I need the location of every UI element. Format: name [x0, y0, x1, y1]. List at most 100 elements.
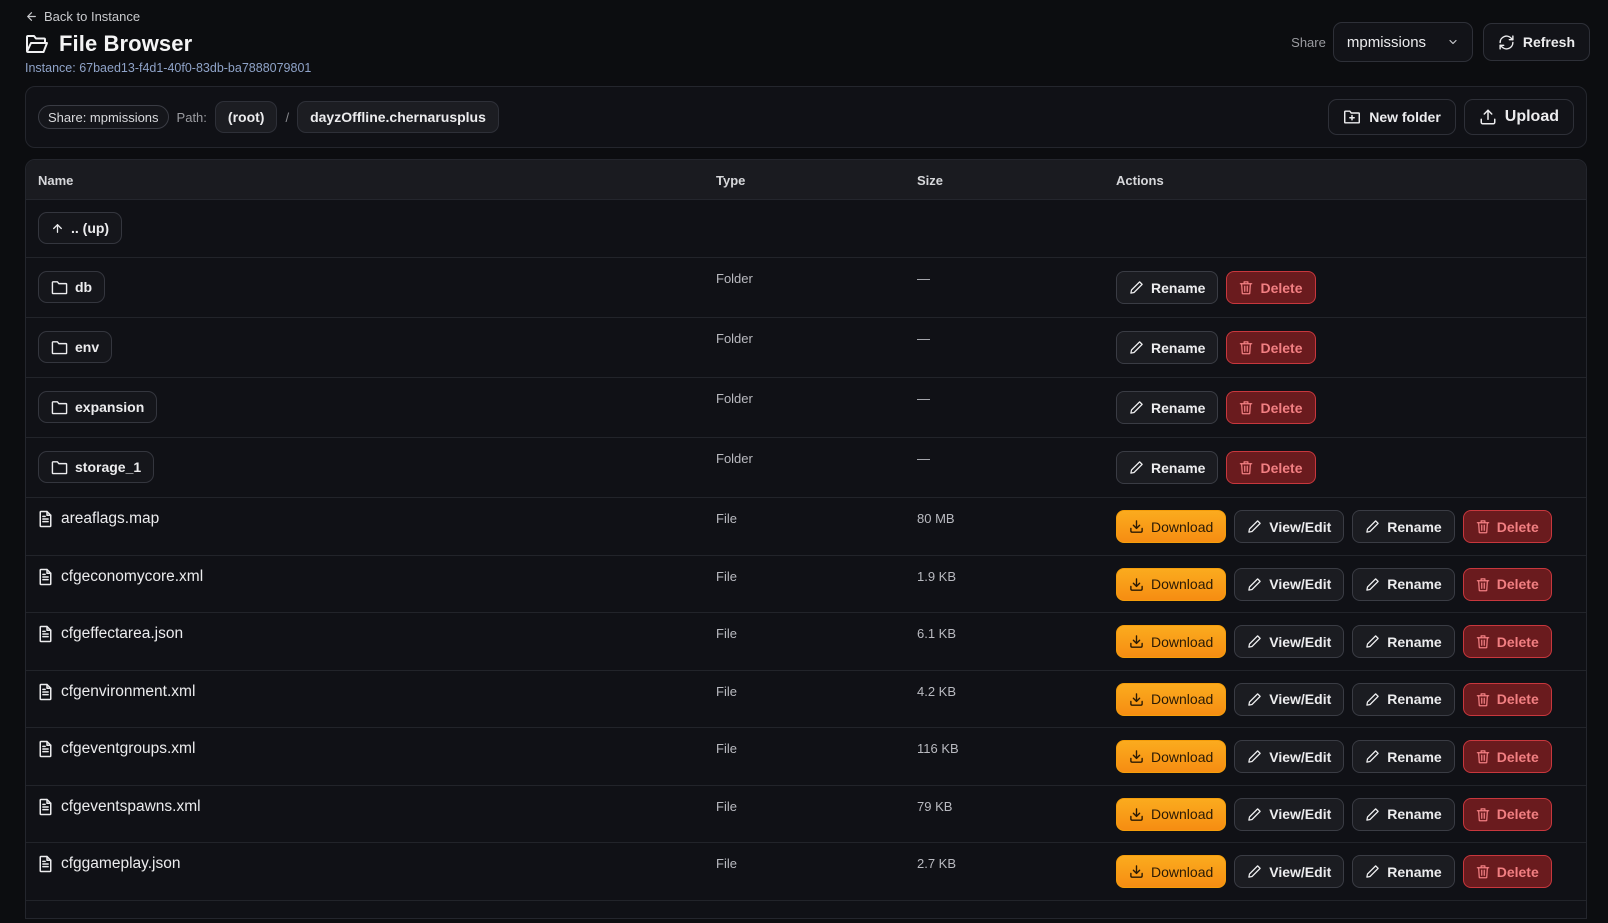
file-name: cfgenvironment.xml: [61, 682, 196, 700]
view-edit-label: View/Edit: [1269, 806, 1332, 822]
delete-button[interactable]: Delete: [1462, 682, 1552, 716]
crumb-separator: /: [285, 109, 290, 125]
crumb-current[interactable]: dayzOffline.chernarusplus: [297, 101, 499, 133]
back-to-instance-link[interactable]: Back to Instance: [25, 9, 140, 24]
view-edit-button[interactable]: View/Edit: [1234, 740, 1345, 773]
pencil-icon: [1365, 692, 1380, 707]
file-name: cfgeconomycore.xml: [61, 567, 204, 585]
table-row: storage_1 Folder — Rename Delete: [26, 438, 1586, 498]
file-icon: [38, 740, 53, 758]
rename-button[interactable]: Rename: [1116, 331, 1219, 364]
rename-button[interactable]: Rename: [1352, 625, 1455, 658]
file-table: Name Type Size Actions .. (up) db Folder — R…: [25, 159, 1587, 919]
download-button[interactable]: Download: [1116, 625, 1227, 658]
rename-label: Rename: [1151, 459, 1206, 476]
column-header-type: Type: [716, 173, 746, 188]
pencil-icon: [1365, 519, 1380, 534]
delete-button[interactable]: Delete: [1226, 331, 1316, 364]
refresh-icon: [1498, 34, 1515, 51]
file-name-link[interactable]: cfgeconomycore.xml: [38, 568, 203, 586]
rename-button[interactable]: Rename: [1352, 855, 1455, 888]
delete-button[interactable]: Delete: [1462, 797, 1552, 831]
view-edit-button[interactable]: View/Edit: [1234, 567, 1345, 601]
delete-button[interactable]: Delete: [1226, 391, 1316, 424]
upload-button[interactable]: Upload: [1463, 99, 1574, 135]
type-cell: Folder: [716, 331, 753, 346]
size-cell: 80 MB: [917, 511, 955, 526]
delete-button[interactable]: Delete: [1462, 510, 1552, 543]
file-name-link[interactable]: cfggameplay.json: [38, 855, 180, 873]
delete-button[interactable]: Delete: [1462, 855, 1552, 888]
page-title: File Browser: [59, 31, 193, 56]
file-name-link[interactable]: cfgeventgroups.xml: [38, 740, 195, 758]
share-select-value: mpmissions: [1346, 33, 1427, 51]
delete-label: Delete: [1496, 748, 1539, 765]
trash-icon: [1476, 519, 1490, 534]
share-chip: Share: mpmissions: [38, 105, 169, 129]
rename-button[interactable]: Rename: [1352, 682, 1455, 716]
download-button[interactable]: Download: [1116, 797, 1227, 831]
delete-label: Delete: [1496, 806, 1539, 822]
delete-button[interactable]: Delete: [1462, 625, 1552, 658]
delete-label: Delete: [1260, 459, 1303, 476]
download-button[interactable]: Download: [1116, 682, 1227, 716]
download-button[interactable]: Download: [1116, 740, 1227, 773]
new-folder-button[interactable]: New folder: [1328, 99, 1456, 135]
delete-button[interactable]: Delete: [1226, 451, 1316, 484]
file-icon: [38, 855, 53, 873]
view-edit-label: View/Edit: [1269, 748, 1332, 765]
parent-directory-button[interactable]: .. (up): [38, 212, 123, 244]
folder-name-button[interactable]: expansion: [38, 391, 158, 423]
delete-label: Delete: [1260, 279, 1303, 296]
rename-button[interactable]: Rename: [1352, 567, 1455, 601]
folder-name-button[interactable]: env: [38, 331, 113, 363]
rename-button[interactable]: Rename: [1352, 510, 1455, 543]
folder-name-button[interactable]: storage_1: [38, 451, 155, 483]
download-label: Download: [1151, 863, 1214, 880]
delete-button[interactable]: Delete: [1226, 271, 1316, 304]
share-select[interactable]: mpmissions: [1332, 22, 1473, 62]
refresh-button[interactable]: Refresh: [1482, 23, 1590, 61]
folder-open-icon: [25, 33, 49, 55]
table-header: Name Type Size Actions: [26, 160, 1586, 200]
rename-label: Rename: [1387, 806, 1442, 822]
view-edit-label: View/Edit: [1269, 863, 1332, 880]
download-button[interactable]: Download: [1116, 855, 1227, 888]
crumb-root[interactable]: (root): [214, 101, 278, 133]
trash-icon: [1239, 340, 1253, 355]
rename-button[interactable]: Rename: [1352, 740, 1455, 773]
rename-button[interactable]: Rename: [1116, 391, 1219, 424]
header-controls: Share mpmissions Refresh: [1291, 22, 1590, 62]
file-name: cfggameplay.json: [61, 855, 181, 872]
row-actions: Rename Delete: [1116, 331, 1316, 364]
download-button[interactable]: Download: [1116, 510, 1227, 543]
type-cell: File: [716, 511, 737, 526]
size-cell: 1.9 KB: [917, 568, 957, 584]
back-label: Back to Instance: [44, 9, 141, 24]
view-edit-button[interactable]: View/Edit: [1234, 682, 1345, 716]
rename-button[interactable]: Rename: [1116, 271, 1219, 304]
file-name-link[interactable]: cfgenvironment.xml: [38, 683, 195, 701]
delete-button[interactable]: Delete: [1462, 567, 1552, 601]
view-edit-button[interactable]: View/Edit: [1234, 855, 1345, 888]
row-actions: Download View/Edit Rename Delete: [1116, 625, 1552, 658]
rename-button[interactable]: Rename: [1116, 451, 1219, 484]
delete-button[interactable]: Delete: [1462, 740, 1552, 773]
type-cell: File: [716, 798, 737, 814]
file-name-link[interactable]: areaflags.map: [38, 510, 159, 528]
download-button[interactable]: Download: [1116, 567, 1227, 601]
file-icon: [38, 510, 53, 528]
rename-button[interactable]: Rename: [1352, 797, 1455, 831]
view-edit-button[interactable]: View/Edit: [1234, 625, 1345, 658]
rename-label: Rename: [1151, 339, 1206, 356]
file-name-link[interactable]: cfgeffectarea.json: [38, 625, 183, 643]
file-icon: [38, 568, 53, 586]
file-name-link[interactable]: cfgeventspawns.xml: [38, 798, 201, 816]
view-edit-button[interactable]: View/Edit: [1234, 510, 1345, 543]
file-name: cfgeventspawns.xml: [61, 797, 201, 815]
table-row: cfgeventspawns.xml File 79 KB Download View/…: [26, 786, 1586, 843]
pencil-icon: [1129, 340, 1144, 355]
delete-label: Delete: [1496, 576, 1539, 592]
folder-name-button[interactable]: db: [38, 271, 106, 303]
view-edit-button[interactable]: View/Edit: [1234, 797, 1345, 831]
